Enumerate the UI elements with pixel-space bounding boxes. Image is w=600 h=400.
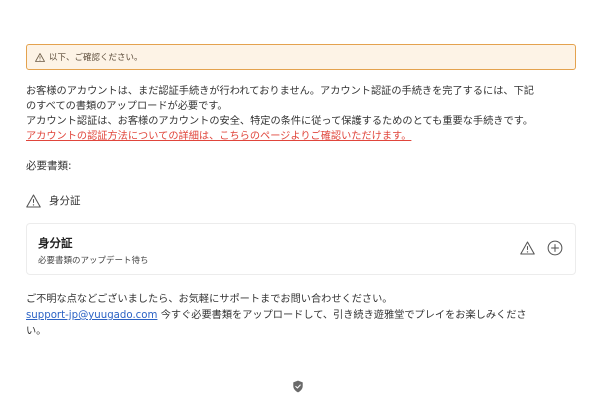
support-line-1: ご不明な点などございましたら、お気軽にサポートまでお問い合わせください。: [26, 294, 393, 305]
warning-icon: [35, 52, 45, 62]
support-line-3: い。: [26, 326, 47, 337]
card-status: 必要書類のアップデート待ち: [38, 256, 149, 266]
intro-line-3: アカウント認証は、お客様のアカウントの安全、特定の条件に従って保護するためのとて…: [26, 116, 534, 127]
verification-info-link[interactable]: アカウントの認証方法についての詳細は、こちらのページよりご確認いただけます。: [26, 129, 576, 144]
required-documents-label: 必要書類:: [26, 160, 72, 172]
id-document-card[interactable]: 身分証 必要書類のアップデート待ち: [26, 223, 576, 275]
support-line-2: support-jp@yuugado.com 今すぐ必要書類をアップロードして、…: [26, 308, 586, 324]
notice-alert: 以下、ご確認ください。: [26, 44, 576, 70]
warning-icon: [520, 241, 535, 255]
card-title: 身分証: [38, 236, 73, 250]
document-summary-label: 身分証: [49, 195, 81, 207]
main-content: 以下、ご確認ください。 お客様のアカウントは、まだ認証手続きが行われておりません…: [26, 44, 576, 340]
intro-line-1: お客様のアカウントは、まだ認証手続きが行われておりません。アカウント認証の手続き…: [26, 86, 534, 97]
support-email-link[interactable]: support-jp@yuugado.com: [26, 310, 157, 321]
shield-check-icon: [292, 380, 304, 393]
top-bar: [0, 0, 600, 40]
alert-text: 以下、ご確認ください。: [49, 53, 143, 63]
intro-text: お客様のアカウントは、まだ認証手続きが行われておりません。アカウント認証の手続き…: [26, 84, 576, 144]
card-actions: [520, 240, 563, 256]
add-circle-icon[interactable]: [547, 240, 563, 256]
support-text: ご不明な点などございましたら、お気軽にサポートまでお問い合わせください。 sup…: [26, 292, 586, 340]
document-summary: 身分証: [26, 193, 576, 208]
verification-page: 以下、ご確認ください。 お客様のアカウントは、まだ認証手続きが行われておりません…: [0, 0, 600, 400]
intro-line-2: のすべての書類のアップロードが必要です。: [26, 101, 228, 112]
warning-icon: [26, 193, 41, 208]
support-line-2-text: 今すぐ必要書類をアップロードして、引き続き遊雅堂でプレイをお楽しみくださ: [157, 310, 527, 321]
